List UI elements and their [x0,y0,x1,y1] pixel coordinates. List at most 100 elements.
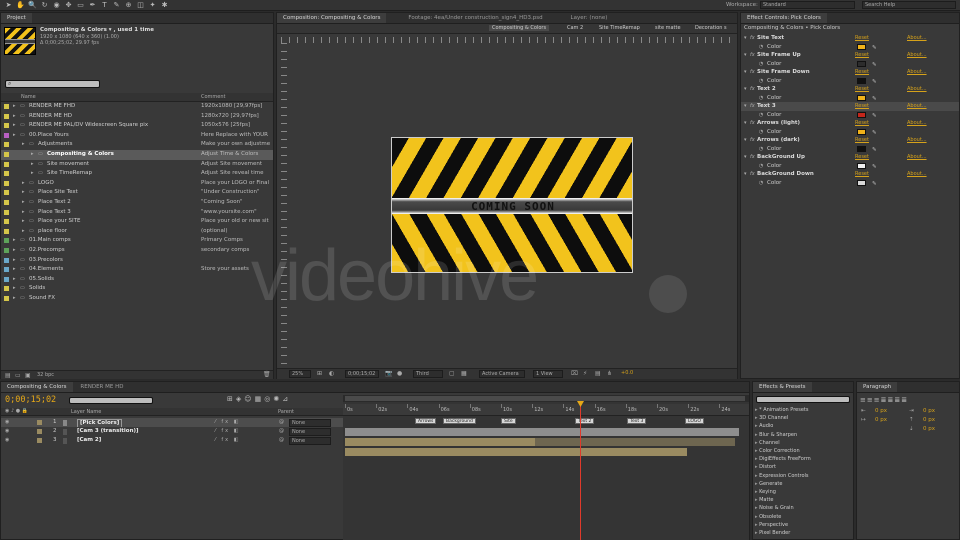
label-color-swatch[interactable] [37,438,42,443]
disclosure-triangle-icon[interactable]: ▾ [744,34,747,43]
search-help-input[interactable]: Search Help [862,1,956,9]
disclosure-triangle-icon[interactable]: ▸ [13,265,16,275]
graph-editor-icon[interactable]: ⊿ [282,395,291,403]
color-swatch[interactable] [857,128,866,135]
color-swatch[interactable] [857,162,866,169]
disclosure-triangle-icon[interactable]: ▸ [13,112,16,122]
delete-icon[interactable]: 🗑 [263,371,271,378]
stopwatch-icon[interactable]: ◔ [759,43,763,52]
column-name-header[interactable]: Name [21,94,36,100]
effect-reset-link[interactable]: Reset [855,153,869,162]
align-left-icon[interactable]: ≡ [860,396,867,404]
disclosure-triangle-icon[interactable]: ▸ [22,198,25,208]
parent-pickwhip-icon[interactable]: @ [279,418,284,427]
track-bar-layer-2[interactable] [345,438,535,446]
disclosure-triangle-icon[interactable]: ▸ [13,102,16,112]
project-item[interactable]: ▸ ▭ Solids [1,284,273,294]
label-color-swatch[interactable] [4,161,9,167]
fx-icon[interactable]: fx [750,136,755,145]
workspace-dropdown[interactable]: Standard [760,1,855,9]
motion-blur-icon[interactable]: ◎ [264,395,273,403]
parent-pickwhip-icon[interactable]: @ [279,436,284,445]
project-item[interactable]: ▸ ▭ RENDER ME PAL/DV Widescreen Square pix… [1,121,273,131]
effect-reset-link[interactable]: Reset [855,119,869,128]
layer-name[interactable]: [Cam 3 (transition)] [77,427,139,436]
parent-header[interactable]: Parent [278,409,294,415]
stopwatch-icon[interactable]: ◔ [759,145,763,154]
timeline-search-input[interactable] [69,397,153,404]
effect-reset-link[interactable]: Reset [855,136,869,145]
project-item[interactable]: ▸ ▭ Adjustments Make your own adjustme [1,140,273,150]
disclosure-triangle-icon[interactable]: ▾ [744,119,747,128]
disclosure-triangle-icon[interactable]: ▸ [13,121,16,131]
layer-name-header[interactable]: Layer Name [71,409,101,415]
effect-header[interactable]: ▾ fx Site Frame Down Reset About... [741,68,959,77]
layer-row[interactable]: ◉ 2 [Cam 3 (transition)] ⁄ fx ◧ @ None [1,427,343,436]
label-color-swatch[interactable] [4,200,9,205]
comp-marker[interactable]: Background [443,418,476,424]
project-item[interactable]: ▸ ▭ 05.Solids [1,275,273,285]
project-search-input[interactable]: ⌕ [5,80,100,88]
parent-dropdown[interactable]: None [289,436,331,445]
toggle-pixel-aspect-icon[interactable]: ⌧ [571,370,578,377]
label-color-swatch[interactable] [4,296,9,301]
project-item-comment[interactable]: 1050x576 [25fps] [201,121,250,131]
project-item[interactable]: ▸ ▭ Place Text 3 "www.yoursite.com" [1,208,273,218]
fast-preview-icon[interactable]: ⚡ [583,370,587,377]
disclosure-triangle-icon[interactable]: ▸ [22,140,25,150]
stopwatch-icon[interactable]: ◔ [759,128,763,137]
zoom-dropdown[interactable]: 25% [289,370,311,378]
tab-effects-presets[interactable]: Effects & Presets [753,382,812,392]
project-item[interactable]: ▸ ▭ place floor (optional) [1,227,273,237]
project-item[interactable]: ▸ ▭ 03.Precolors [1,256,273,266]
project-item[interactable]: ▸ ▭ 04.Elements Store your assets [1,265,273,275]
transparency-grid-icon[interactable]: ▦ [461,370,467,377]
effect-header[interactable]: ▾ fx BackGround Up Reset About... [741,153,959,162]
visibility-eye-icon[interactable]: ◉ [5,436,9,445]
work-area-bar[interactable] [343,395,749,402]
selection-tool-icon[interactable]: ➤ [4,1,13,10]
tab-layer[interactable]: Layer: (none) [565,13,614,23]
effect-reset-link[interactable]: Reset [855,85,869,94]
frame-blending-icon[interactable]: ▦ [255,395,265,403]
effect-header[interactable]: ▾ fx BackGround Down Reset About... [741,170,959,179]
color-swatch[interactable] [857,111,866,118]
effect-header[interactable]: ▾ fx Site Text Reset About... [741,34,959,43]
label-color-swatch[interactable] [4,209,9,215]
draft-3d-icon[interactable]: ◈ [236,395,244,403]
effect-about-link[interactable]: About... [907,153,927,162]
tab-project[interactable]: Project [1,13,32,23]
layer-switches-icon[interactable]: ⁄ fx ◧ [215,427,240,436]
disclosure-triangle-icon[interactable]: ▸ [13,275,16,285]
brainstorm-icon[interactable]: ✺ [273,395,282,403]
text-tool-icon[interactable]: T [100,1,109,10]
layer-name[interactable]: [Cam 2] [77,436,101,445]
project-item-comment[interactable]: Adjust Time & Colors [201,150,258,160]
grid-icon[interactable]: ⊞ [317,370,322,377]
snapshot-icon[interactable]: 📷 [385,370,392,377]
disclosure-triangle-icon[interactable]: ▸ [31,150,34,160]
project-item[interactable]: ▸ ▭ Place your SITE Place your old or new s… [1,217,273,227]
layer-name[interactable]: [Pick Colors] [77,419,123,427]
project-item-comment[interactable]: Place your LOGO or Final [201,179,269,189]
camera-dropdown[interactable]: Active Camera [479,370,525,378]
project-item[interactable]: ▸ ▭ RENDER ME FHD 1920x1080 [29,97fps] [1,102,273,112]
justify-last-left-icon[interactable]: ≣ [881,396,888,404]
effect-reset-link[interactable]: Reset [855,34,869,43]
camera-tool-icon[interactable]: ◉ [52,1,61,10]
comp-marker[interactable]: Site [501,418,516,424]
track-bar-layer-3[interactable] [345,448,687,456]
disclosure-triangle-icon[interactable]: ▸ [31,169,34,179]
effect-header[interactable]: ▾ fx Text 3 Reset About... [741,102,959,111]
subtab-site-timeremap[interactable]: Site TimeRemap [599,25,640,31]
layer-row[interactable]: ◉ 3 [Cam 2] ⁄ fx ◧ @ None [1,436,343,445]
tab-timeline-compositing[interactable]: Compositing & Colors [1,382,73,392]
track-bar-layer-1[interactable] [345,428,739,436]
column-comment-header[interactable]: Comment [201,94,226,100]
project-item-comment[interactable]: (optional) [201,227,228,237]
project-item-comment[interactable]: 1280x720 [29,97fps] [201,112,259,122]
project-item-comment[interactable]: "www.yoursite.com" [201,208,257,218]
disclosure-triangle-icon[interactable]: ▸ [22,217,25,227]
eyedropper-icon[interactable]: ✎ [872,180,877,189]
roto-brush-tool-icon[interactable]: ✦ [148,1,157,10]
